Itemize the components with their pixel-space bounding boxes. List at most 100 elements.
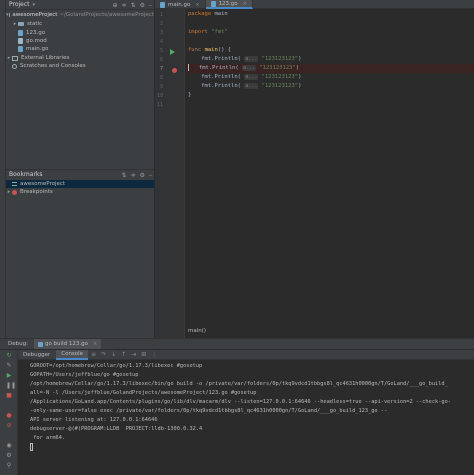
call-expression: fmt.Println(: [198, 65, 239, 71]
collapse-all-icon[interactable]: ≑: [131, 172, 136, 179]
punctuation: ): [295, 65, 300, 71]
string-literal: "123123123": [261, 74, 299, 80]
tree-item-main-go[interactable]: main.go: [6, 45, 154, 53]
code-line[interactable]: import "fmt": [186, 28, 474, 37]
line-number: 5: [159, 48, 163, 54]
code-line[interactable]: package main: [186, 10, 474, 19]
chevron-down-icon[interactable]: ▾: [33, 2, 36, 8]
locate-icon[interactable]: ⊕: [113, 2, 118, 9]
rerun-icon[interactable]: ↻: [6, 353, 12, 359]
punctuation: () {: [217, 47, 232, 53]
step-into-icon[interactable]: ↓: [109, 350, 118, 360]
config-name: go build 123.go: [44, 341, 88, 347]
keyword: package: [188, 11, 212, 17]
view-breakpoints-icon[interactable]: ●: [6, 413, 12, 419]
library-icon: [12, 55, 18, 61]
resume-icon[interactable]: ▶: [6, 373, 12, 379]
function-name: main: [204, 47, 218, 53]
console-line: GOROOT=/opt/homebrew/Cellar/go/1.17.3/li…: [30, 363, 203, 369]
bookmark-label: awesomeProject: [20, 181, 66, 187]
editor: main.go × 123.go × 1 2 3 4 5 6 7 8 9 10 …: [155, 0, 474, 338]
code-line[interactable]: fmt.Println( a... "123123123"): [186, 73, 474, 82]
debug-header: Debug: go build 123.go ×: [0, 339, 474, 349]
param-hint: a...: [244, 74, 259, 80]
string-literal: "fmt": [211, 29, 228, 35]
console-line: GOPATH=/Users/jeffblue/go #gosetup: [30, 372, 139, 378]
run-icon[interactable]: [170, 49, 175, 55]
call-expression: fmt.Println(: [201, 83, 241, 89]
tree-item-root[interactable]: ▾ awesomeProject ~/GolandProjects/awesom…: [6, 11, 154, 19]
line-number: 6: [159, 57, 163, 63]
code-line[interactable]: func main() {: [186, 46, 474, 55]
debug-config-tab[interactable]: go build 123.go ×: [33, 339, 102, 349]
stop-icon[interactable]: ■: [6, 393, 12, 399]
gear-icon[interactable]: ⚙: [140, 172, 145, 179]
close-icon[interactable]: ×: [195, 2, 199, 8]
tab-debugger[interactable]: Debugger: [18, 350, 55, 360]
close-icon[interactable]: ×: [243, 1, 247, 7]
camera-icon[interactable]: ◉: [6, 443, 12, 449]
console-cursor: [30, 443, 33, 451]
expand-all-icon[interactable]: ⇅: [122, 172, 127, 179]
code-line[interactable]: fmt.Println( a... "123123123"): [186, 55, 474, 64]
gear-icon[interactable]: ⚙: [6, 453, 12, 459]
breadcrumb[interactable]: main(): [186, 327, 206, 336]
code-line[interactable]: }: [186, 91, 474, 100]
mute-breakpoints-icon[interactable]: ⊘: [6, 423, 12, 429]
line-number: 9: [159, 84, 163, 90]
string-literal: "123123123": [261, 83, 299, 89]
identifier: main: [214, 11, 228, 17]
hide-icon[interactable]: –: [149, 172, 152, 179]
tree-item-go-mod[interactable]: go.mod: [6, 37, 154, 45]
line-number: 3: [159, 30, 163, 36]
step-over-icon[interactable]: ↷: [99, 350, 108, 360]
console-output[interactable]: GOROOT=/opt/homebrew/Cellar/go/1.17.3/li…: [30, 362, 474, 475]
tab-123-go[interactable]: 123.go ×: [205, 0, 253, 9]
edit-config-icon[interactable]: ✎: [6, 363, 12, 369]
collapse-all-icon[interactable]: ≑: [122, 2, 127, 9]
bookmarks-header: Bookmarks ⇅ ≑ ⚙ –: [6, 169, 154, 179]
go-file-icon: [210, 0, 216, 7]
layout-icon[interactable]: ≡: [89, 350, 98, 360]
tab-main-go[interactable]: main.go ×: [155, 0, 206, 9]
project-title[interactable]: Project: [9, 1, 30, 8]
pause-icon[interactable]: ❚❚: [6, 383, 16, 389]
tree-item-scratches[interactable]: Scratches and Consoles: [6, 62, 154, 70]
evaluate-icon[interactable]: ⊞: [139, 350, 148, 360]
line-number: 11: [156, 102, 163, 108]
more-icon[interactable]: ⋮: [149, 350, 159, 360]
root-name: awesomeProject: [12, 12, 58, 18]
breakpoint-icon[interactable]: [172, 68, 177, 73]
tab-console[interactable]: Console: [56, 349, 89, 360]
scratches-icon: [12, 63, 17, 69]
tree-item-label: main.go: [26, 46, 49, 52]
go-file-icon: [18, 30, 23, 36]
editor-gutter[interactable]: 1 2 3 4 5 6 7 8 9 10 11: [155, 9, 185, 338]
console-line: debugserver-@(#)PROGRAM:LLDB PROJECT:lld…: [30, 426, 203, 432]
keyword: import: [188, 29, 208, 35]
bookmark-item-project[interactable]: awesomeProject: [6, 180, 154, 188]
tree-item-static[interactable]: ▸ static: [6, 20, 154, 28]
punctuation: ): [298, 74, 302, 80]
string-literal: "123123123": [259, 65, 296, 71]
code-line[interactable]: fmt.Println( a... "123123123"): [186, 82, 474, 91]
console-input-line[interactable]: [30, 443, 474, 452]
code-line-breakpoint[interactable]: fmt.Println( a... "123123123"): [186, 64, 474, 73]
bookmark-item-breakpoints[interactable]: ▸ Breakpoints: [6, 188, 154, 196]
param-hint: a...: [242, 65, 257, 71]
close-icon[interactable]: ×: [93, 341, 97, 347]
tree-item-label: Scratches and Consoles: [20, 63, 86, 69]
pin-icon[interactable]: ⚲: [6, 463, 12, 469]
step-out-icon[interactable]: ↑: [119, 350, 128, 360]
breakpoint-icon: [12, 189, 17, 195]
gear-icon[interactable]: ⚙: [140, 2, 145, 9]
tree-item-external-libraries[interactable]: ▸ External Libraries: [6, 54, 154, 62]
run-to-cursor-icon[interactable]: ⇥: [129, 350, 138, 360]
hide-icon[interactable]: –: [149, 2, 152, 9]
line-number: 1: [159, 12, 163, 18]
expand-all-icon[interactable]: ⇅: [131, 2, 136, 9]
editor-tabs: main.go × 123.go ×: [155, 0, 474, 9]
mod-file-icon: [18, 38, 23, 44]
tree-item-123-go[interactable]: 123.go: [6, 29, 154, 37]
debug-toolbar: ↻ ✎ ▶ ❚❚ ■ ● ⊘ ◉ ⚙ ⚲: [0, 350, 18, 475]
